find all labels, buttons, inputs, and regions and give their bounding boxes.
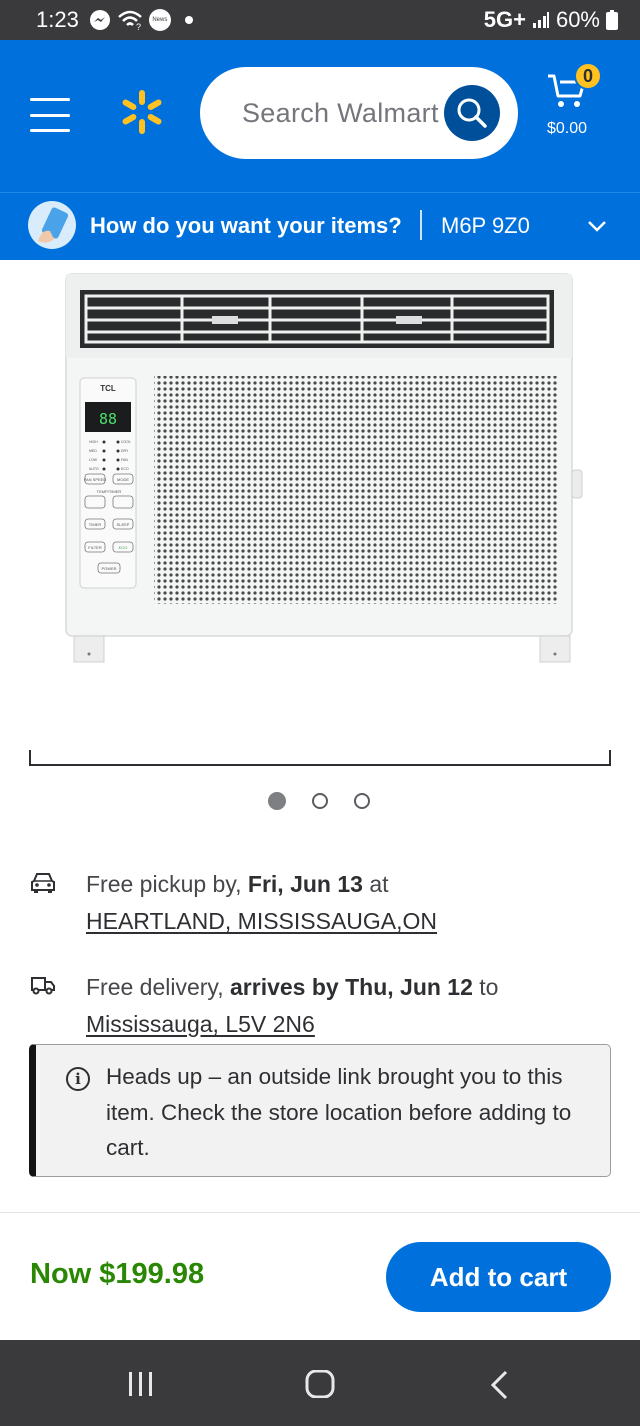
- svg-text:ECO: ECO: [121, 467, 129, 471]
- pickup-store-link[interactable]: HEARTLAND, MISSISSAUGA,ON: [86, 908, 437, 934]
- search-placeholder: Search Walmart: [242, 97, 439, 128]
- home-icon[interactable]: [304, 1370, 336, 1398]
- brand-label: TCL: [100, 384, 116, 393]
- walmart-spark-logo[interactable]: [118, 88, 166, 136]
- svg-text:AUTO: AUTO: [89, 467, 99, 471]
- footer-divider: [0, 1212, 640, 1213]
- system-navigation-bar: [0, 1340, 640, 1426]
- delivery-suffix: to: [472, 974, 499, 1000]
- delivery-prefix: Free delivery,: [86, 974, 231, 1000]
- cart-count-badge: 0: [574, 62, 602, 90]
- svg-text:FAN: FAN: [121, 458, 128, 462]
- svg-text:?: ?: [136, 22, 141, 31]
- svg-text:TIMER: TIMER: [89, 522, 102, 527]
- price-label: Now $199.98: [30, 1258, 205, 1290]
- messenger-icon: [89, 10, 110, 30]
- app-header: Search Walmart 0 $0.00: [0, 40, 640, 192]
- carousel-dot-active[interactable]: [268, 792, 286, 810]
- battery-percent: 60%: [555, 7, 600, 32]
- more-notifications-dot: [184, 16, 193, 24]
- recent-apps-icon[interactable]: [126, 1370, 156, 1398]
- display-value: 88: [99, 410, 117, 428]
- pickup-prefix: Free pickup by,: [86, 871, 248, 897]
- pickup-text: Free pickup by, Fri, Jun 13 at HEARTLAND…: [86, 866, 606, 940]
- status-time: 1:23: [36, 7, 79, 32]
- pickup-option: Free pickup by, Fri, Jun 13 at HEARTLAND…: [30, 866, 610, 946]
- wifi-question-icon: ?: [117, 10, 142, 31]
- svg-text:COOL: COOL: [121, 440, 131, 444]
- news-icon: News: [148, 9, 171, 31]
- carousel-dot[interactable]: [312, 793, 328, 809]
- fulfillment-divider: [420, 210, 422, 240]
- svg-text:SLEEP: SLEEP: [117, 522, 130, 527]
- product-image-carousel[interactable]: TCL 88 HIGH MED LOW AUTO COOL DRY FAN EC…: [0, 260, 640, 740]
- pickup-date: Fri, Jun 13: [247, 871, 363, 897]
- fulfillment-selector[interactable]: How do you want your items? M6P 9Z0: [0, 192, 640, 260]
- air-conditioner-image: TCL 88 HIGH MED LOW AUTO COOL DRY FAN EC…: [65, 273, 583, 663]
- back-icon[interactable]: [488, 1370, 512, 1400]
- menu-button[interactable]: [30, 98, 70, 132]
- cart-button[interactable]: 0 $0.00: [540, 62, 620, 148]
- carousel-indicator: [268, 792, 370, 810]
- hamburger-line: [30, 129, 70, 132]
- battery-icon: [606, 10, 618, 30]
- network-type: 5G+: [483, 7, 526, 32]
- chevron-down-icon: [588, 221, 606, 232]
- cart-total: $0.00: [547, 120, 588, 137]
- search-input[interactable]: Search Walmart: [200, 67, 518, 159]
- info-icon: i: [66, 1067, 90, 1091]
- svg-text:DRY: DRY: [121, 449, 129, 453]
- svg-text:LOW: LOW: [89, 458, 98, 462]
- fulfillment-phone-icon: [28, 201, 76, 249]
- image-frame-edge: [29, 750, 611, 766]
- delivery-option: Free delivery, arrives by Thu, Jun 12 to…: [30, 969, 610, 1049]
- delivery-address-link[interactable]: Mississauga, L5V 2N6: [86, 1011, 315, 1037]
- car-icon: [31, 873, 55, 893]
- add-to-cart-button[interactable]: Add to cart: [386, 1242, 611, 1312]
- carousel-dot[interactable]: [354, 793, 370, 809]
- pickup-suffix: at: [362, 871, 389, 897]
- hamburger-line: [30, 113, 70, 117]
- status-bar: 1:23 ? News 5G+ 60%: [0, 0, 640, 40]
- svg-text:TEMP/TIMER: TEMP/TIMER: [97, 489, 122, 494]
- svg-text:MED: MED: [89, 449, 97, 453]
- outside-link-alert: i Heads up – an outside link brought you…: [29, 1044, 611, 1177]
- truck-icon: [31, 977, 55, 995]
- fulfillment-question: How do you want your items?: [90, 213, 402, 238]
- alert-message: Heads up – an outside link brought you t…: [106, 1064, 572, 1160]
- svg-text:MODE: MODE: [117, 477, 129, 482]
- hamburger-line: [30, 98, 70, 101]
- notification-icons: ? News: [89, 9, 193, 31]
- svg-text:FAN SPEED: FAN SPEED: [84, 477, 107, 482]
- delivery-arrival: arrives by Thu, Jun 12: [230, 974, 473, 1000]
- svg-text:HIGH: HIGH: [89, 440, 98, 444]
- search-button[interactable]: [444, 85, 500, 141]
- search-icon: [457, 98, 487, 128]
- svg-text:POWER: POWER: [101, 566, 116, 571]
- svg-text:ECO: ECO: [119, 545, 128, 550]
- signal-icon: [532, 12, 549, 28]
- postal-code: M6P 9Z0: [441, 213, 530, 238]
- svg-text:FILTER: FILTER: [88, 545, 102, 550]
- delivery-text: Free delivery, arrives by Thu, Jun 12 to…: [86, 969, 606, 1043]
